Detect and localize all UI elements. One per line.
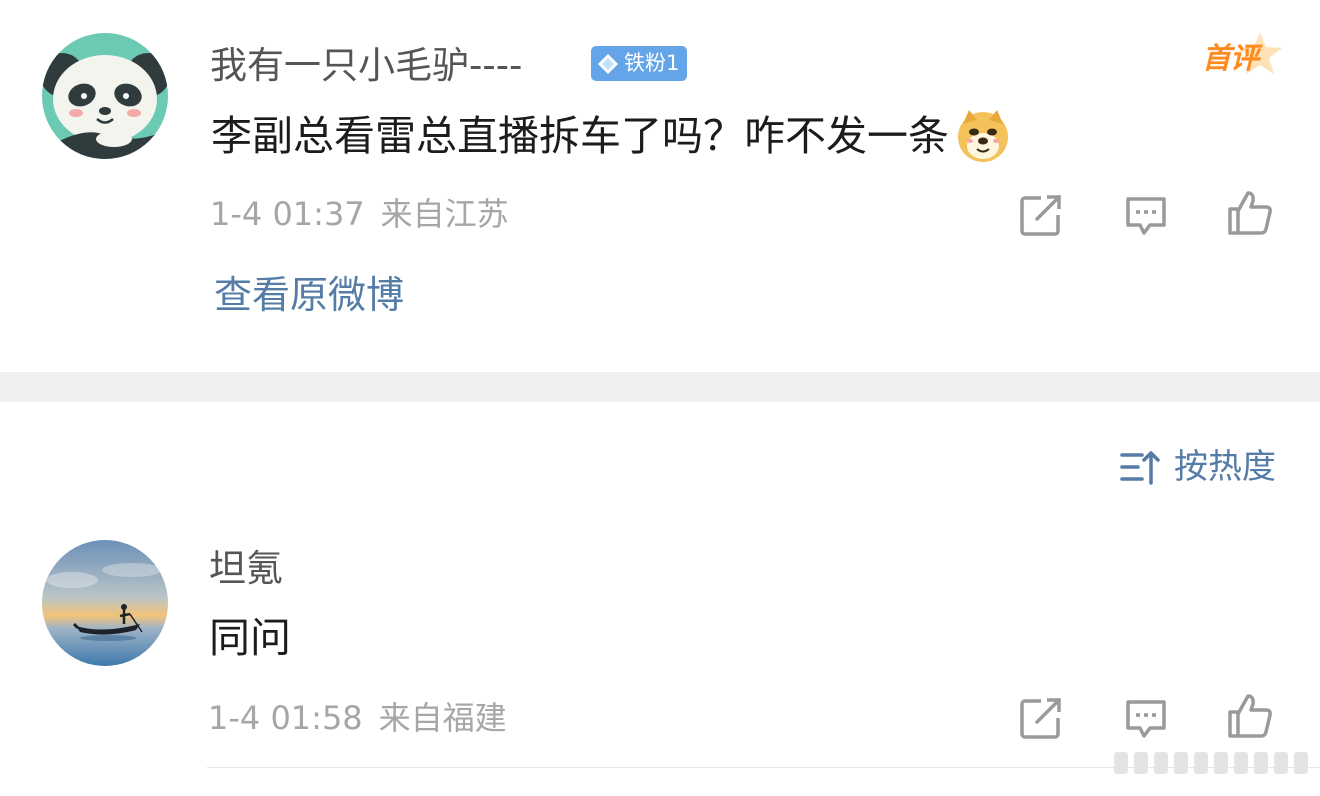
comment-text: 李副总看雷总直播拆车了吗？咋不发一条	[211, 108, 1011, 164]
comment-time: 1-4 01:37	[210, 195, 365, 233]
comment-body: 李副总看雷总直播拆车了吗？咋不发一条	[211, 112, 949, 160]
comment-meta: 1-4 01:37 来自江苏	[210, 195, 509, 233]
comment-page: 我有一只小毛驴---- 铁粉1 首评 李副总看雷总直播拆车了吗？咋不发一条 1-…	[0, 0, 1320, 796]
first-comment-badge: 首评	[1198, 30, 1284, 86]
like-icon	[1228, 694, 1272, 738]
reply-like-button[interactable]	[1226, 692, 1274, 740]
reply-text: 同问	[209, 614, 291, 662]
sort-by-hot-button[interactable]: 按热度	[1120, 446, 1276, 488]
sunset-boat-avatar[interactable]	[42, 540, 168, 666]
reply-comment-button[interactable]	[1122, 694, 1170, 742]
share-icon	[1020, 195, 1061, 236]
sort-label: 按热度	[1174, 447, 1276, 487]
comment-button[interactable]	[1122, 191, 1170, 239]
panda-avatar[interactable]	[42, 33, 168, 159]
view-original-link[interactable]: 查看原微博	[214, 272, 404, 318]
share-button[interactable]	[1017, 191, 1065, 239]
diamond-icon	[598, 53, 618, 74]
reply-location: 来自福建	[378, 699, 507, 737]
fan-level-label: 铁粉1	[624, 51, 680, 75]
like-button[interactable]	[1226, 189, 1274, 237]
sort-icon	[1120, 451, 1160, 485]
fan-level-badge[interactable]: 铁粉1	[591, 46, 688, 81]
comment-icon	[1126, 197, 1166, 235]
reply-share-button[interactable]	[1017, 694, 1065, 742]
comment-icon	[1126, 700, 1166, 738]
first-comment-label: 首评	[1202, 41, 1259, 75]
reply-username[interactable]: 坦氪	[209, 547, 283, 591]
reply-time: 1-4 01:58	[208, 699, 363, 737]
comment-location: 来自江苏	[380, 195, 509, 233]
main-comment: 我有一只小毛驴---- 铁粉1 首评 李副总看雷总直播拆车了吗？咋不发一条 1-…	[0, 0, 1320, 372]
username[interactable]: 我有一只小毛驴----	[210, 44, 522, 88]
reply-meta: 1-4 01:58 来自福建	[208, 699, 507, 737]
doge-emoji	[958, 110, 1008, 162]
share-icon	[1020, 698, 1061, 739]
like-icon	[1228, 191, 1272, 235]
watermark-dots	[1114, 752, 1308, 774]
section-divider	[0, 372, 1320, 402]
